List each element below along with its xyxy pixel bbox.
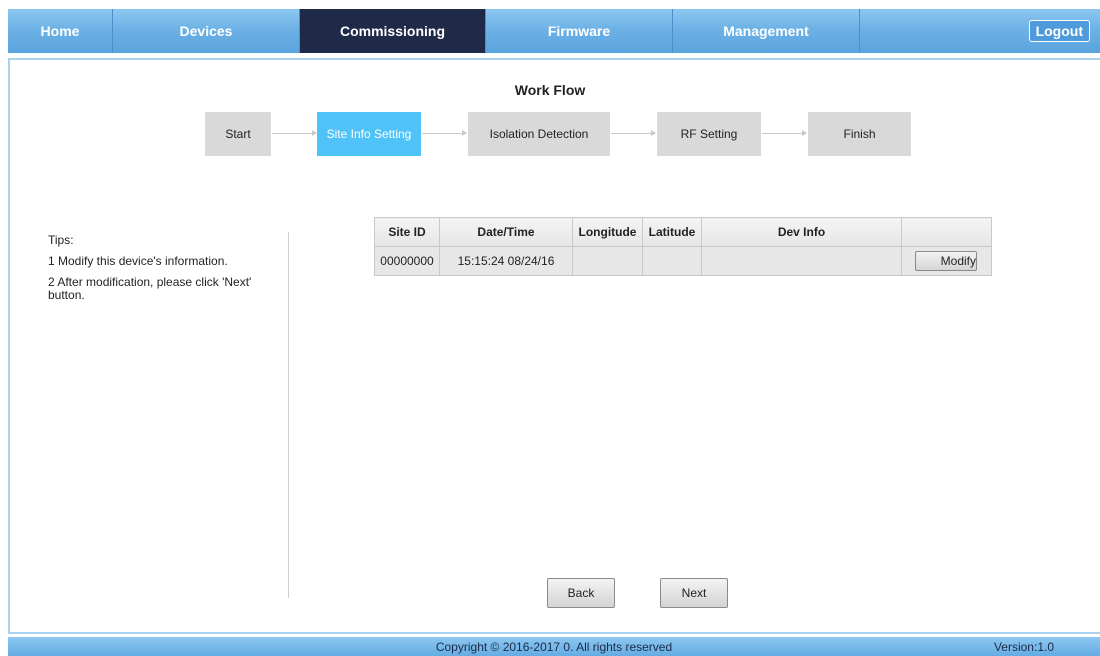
tips-heading: Tips:	[48, 233, 74, 247]
vertical-divider	[288, 232, 289, 598]
tip-line: 1 Modify this device's information.	[48, 254, 228, 268]
cell-action: Modify	[901, 246, 992, 276]
cell-date-time: 15:15:24 08/24/16	[439, 246, 573, 276]
tab-home[interactable]: Home	[8, 9, 113, 53]
cell-latitude	[642, 246, 702, 276]
cell-longitude	[572, 246, 643, 276]
next-button[interactable]: Next	[660, 578, 728, 608]
site-info-table: Site ID Date/Time Longitude Latitude Dev…	[374, 217, 992, 276]
modify-button[interactable]: Modify	[915, 251, 977, 271]
arrow-icon	[611, 130, 656, 136]
header-action	[901, 217, 992, 247]
arrow-icon	[762, 130, 807, 136]
nav-spacer: Logout	[860, 9, 1100, 53]
header-longitude: Longitude	[572, 217, 643, 247]
version-text: Version:1.0	[993, 640, 1054, 654]
header-site-id: Site ID	[374, 217, 440, 247]
tip-line: 2 After modification, please click 'Next…	[48, 275, 252, 302]
arrow-icon	[272, 130, 317, 136]
step-isolation-detection: Isolation Detection	[468, 112, 610, 156]
step-start: Start	[205, 112, 271, 156]
tab-management[interactable]: Management	[673, 9, 860, 53]
logout-button[interactable]: Logout	[1028, 20, 1090, 42]
workflow-title: Work Flow	[514, 82, 586, 98]
step-site-info-setting: Site Info Setting	[317, 112, 421, 156]
header-dev-info: Dev Info	[701, 217, 902, 247]
header-latitude: Latitude	[642, 217, 702, 247]
tips-panel: Tips: 1 Modify this device's information…	[48, 234, 278, 310]
arrow-icon	[422, 130, 467, 136]
table-header-row: Site ID Date/Time Longitude Latitude Dev…	[374, 217, 992, 247]
step-rf-setting: RF Setting	[657, 112, 761, 156]
back-button[interactable]: Back	[547, 578, 615, 608]
step-finish: Finish	[808, 112, 911, 156]
top-nav: Home Devices Commissioning Firmware Mana…	[8, 9, 1100, 53]
header-date-time: Date/Time	[439, 217, 573, 247]
tab-commissioning[interactable]: Commissioning	[300, 9, 486, 53]
tab-firmware[interactable]: Firmware	[486, 9, 673, 53]
cell-dev-info	[701, 246, 902, 276]
copyright-text: Copyright © 2016-2017 0. All rights rese…	[435, 640, 673, 654]
cell-site-id: 00000000	[374, 246, 440, 276]
tab-devices[interactable]: Devices	[113, 9, 300, 53]
table-row: 00000000 15:15:24 08/24/16 Modify	[374, 246, 992, 276]
footer: Copyright © 2016-2017 0. All rights rese…	[8, 637, 1100, 656]
